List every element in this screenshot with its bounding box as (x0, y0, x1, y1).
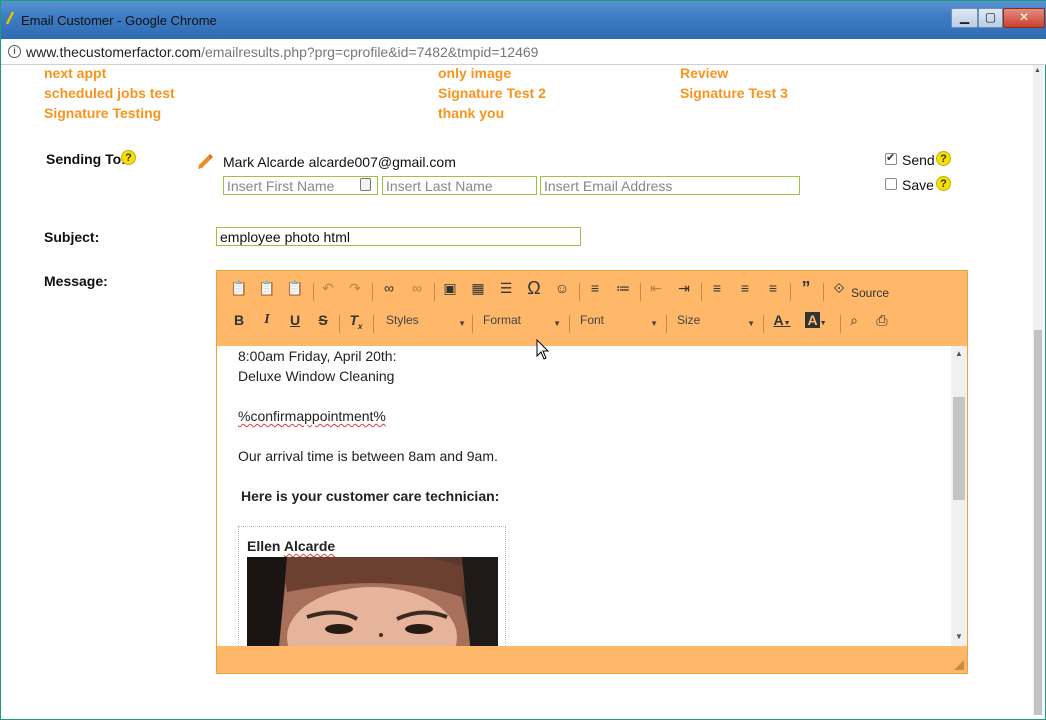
body-line: 8:00am Friday, April 20th: (238, 348, 397, 364)
bulleted-list-icon[interactable]: ≔ (612, 277, 634, 299)
page-scroll-up-icon[interactable]: ▲ (1034, 67, 1041, 74)
paste-text-icon[interactable]: 📋 (256, 277, 278, 299)
rich-text-editor: 📋 📋 📋 ↶ ↷ ∞ ∞ ▣ ▦ ☰ Ω ☺ ≡ ≔ ⇤ ⇥ ≡ ≡ ≡ ” … (216, 270, 968, 674)
template-link[interactable]: Signature Testing (44, 105, 161, 121)
body-line: Deluxe Window Cleaning (238, 368, 395, 384)
chrome-app-icon (5, 11, 15, 25)
scroll-down-icon[interactable]: ▼ (955, 632, 963, 641)
technician-photo (247, 557, 498, 646)
subject-input[interactable] (216, 227, 581, 246)
align-left-icon[interactable]: ≡ (706, 277, 728, 299)
mouse-cursor-icon (536, 339, 550, 360)
undo-icon[interactable]: ↶ (317, 277, 339, 299)
template-link[interactable]: only image (438, 65, 511, 81)
info-icon[interactable]: i (8, 45, 21, 58)
unlink-icon[interactable]: ∞ (406, 277, 428, 299)
sending-to-label: Sending To: (46, 151, 126, 167)
align-right-icon[interactable]: ≡ (762, 277, 784, 299)
align-center-icon[interactable]: ≡ (734, 277, 756, 299)
browser-window: Email Customer - Google Chrome ▁ ▢ ✕ i w… (0, 0, 1046, 720)
scroll-up-icon[interactable]: ▲ (955, 349, 963, 358)
paste-icon[interactable]: 📋 (228, 277, 250, 299)
technician-card: Ellen Alcarde (238, 526, 506, 646)
last-name-input[interactable] (382, 176, 537, 195)
editor-content[interactable]: 8:00am Friday, April 20th: Deluxe Window… (217, 346, 967, 646)
strikethrough-icon[interactable]: S (312, 309, 334, 331)
template-link[interactable]: scheduled jobs test (44, 85, 175, 101)
save-help-icon[interactable]: ? (936, 176, 951, 191)
styles-dropdown[interactable]: Styles ▼ (386, 313, 466, 335)
send-help-icon[interactable]: ? (936, 151, 951, 166)
format-dropdown[interactable]: Format ▼ (483, 313, 561, 335)
numbered-list-icon[interactable]: ≡ (584, 277, 606, 299)
save-checkbox[interactable] (885, 178, 897, 190)
maximize-button[interactable]: ▢ (978, 8, 1003, 28)
template-link[interactable]: Review (680, 65, 728, 81)
email-address-input[interactable] (540, 176, 800, 195)
page-scrollbar[interactable]: ▲ (1033, 65, 1043, 715)
template-link[interactable]: Signature Test 3 (680, 85, 788, 101)
body-line: Our arrival time is between 8am and 9am. (238, 448, 498, 464)
save-label: Save (902, 177, 934, 193)
outdent-icon[interactable]: ⇤ (645, 277, 667, 299)
table-icon[interactable]: ▦ (467, 277, 489, 299)
send-checkbox[interactable] (885, 151, 897, 165)
redo-icon[interactable]: ↷ (344, 277, 366, 299)
first-name-input[interactable] (223, 176, 378, 195)
subject-label: Subject: (44, 229, 100, 245)
smiley-icon[interactable]: ☺ (551, 277, 573, 299)
title-bar: Email Customer - Google Chrome ▁ ▢ ✕ (1, 1, 1046, 39)
page-content: next appt scheduled jobs test Signature … (1, 65, 1035, 715)
template-link[interactable]: next appt (44, 65, 106, 81)
scroll-thumb[interactable] (953, 397, 965, 500)
source-icon[interactable]: ⟐ (828, 277, 850, 299)
remove-format-icon[interactable]: Tx (345, 309, 367, 331)
image-icon[interactable]: ▣ (439, 277, 461, 299)
body-heading: Here is your customer care technician: (241, 488, 500, 504)
resize-grip-icon[interactable] (954, 660, 964, 670)
template-link[interactable]: Signature Test 2 (438, 85, 546, 101)
recipient-text: Mark Alcarde alcarde007@gmail.com (223, 154, 456, 170)
contact-card-icon[interactable] (360, 178, 371, 191)
bold-icon[interactable]: B (228, 309, 250, 331)
message-label: Message: (44, 273, 108, 289)
page-scroll-thumb[interactable] (1034, 330, 1042, 715)
preview-icon[interactable]: ⌕ (843, 309, 865, 331)
special-char-icon[interactable]: Ω (523, 277, 545, 299)
underline-icon[interactable]: U (284, 309, 306, 331)
toolbar-row-2: B I U S Tx Styles ▼ Format ▼ Font ▼ Size ▼ A… (217, 309, 967, 339)
source-button[interactable]: Source (851, 286, 889, 300)
technician-name: Ellen Alcarde (247, 538, 336, 554)
help-icon[interactable]: ? (121, 150, 136, 165)
address-bar[interactable]: i www.thecustomerfactor.com/emailresults… (1, 39, 1046, 65)
link-icon[interactable]: ∞ (378, 277, 400, 299)
merge-tag: %confirmappointment% (238, 408, 386, 424)
window-title: Email Customer - Google Chrome (21, 13, 217, 28)
send-label: Send (902, 152, 935, 168)
size-dropdown[interactable]: Size ▼ (677, 313, 755, 335)
blockquote-icon[interactable]: ” (795, 277, 817, 299)
font-dropdown[interactable]: Font ▼ (580, 313, 658, 335)
bg-color-icon[interactable]: A ▼ (805, 309, 827, 331)
paste-word-icon[interactable]: 📋 (284, 277, 306, 299)
editor-scrollbar[interactable]: ▲ ▼ (951, 346, 967, 646)
horizontal-line-icon[interactable]: ☰ (495, 277, 517, 299)
close-button[interactable]: ✕ (1003, 8, 1045, 28)
print-icon[interactable]: ⎙ (871, 309, 893, 331)
template-link[interactable]: thank you (438, 105, 504, 121)
url-text[interactable]: www.thecustomerfactor.com/emailresults.p… (26, 44, 538, 60)
italic-icon[interactable]: I (256, 309, 278, 331)
toolbar-row-1: 📋 📋 📋 ↶ ↷ ∞ ∞ ▣ ▦ ☰ Ω ☺ ≡ ≔ ⇤ ⇥ ≡ ≡ ≡ ” … (217, 277, 967, 307)
indent-icon[interactable]: ⇥ (673, 277, 695, 299)
minimize-button[interactable]: ▁ (951, 8, 978, 28)
text-color-icon[interactable]: A▼ (771, 309, 793, 331)
pencil-icon[interactable] (196, 153, 214, 171)
